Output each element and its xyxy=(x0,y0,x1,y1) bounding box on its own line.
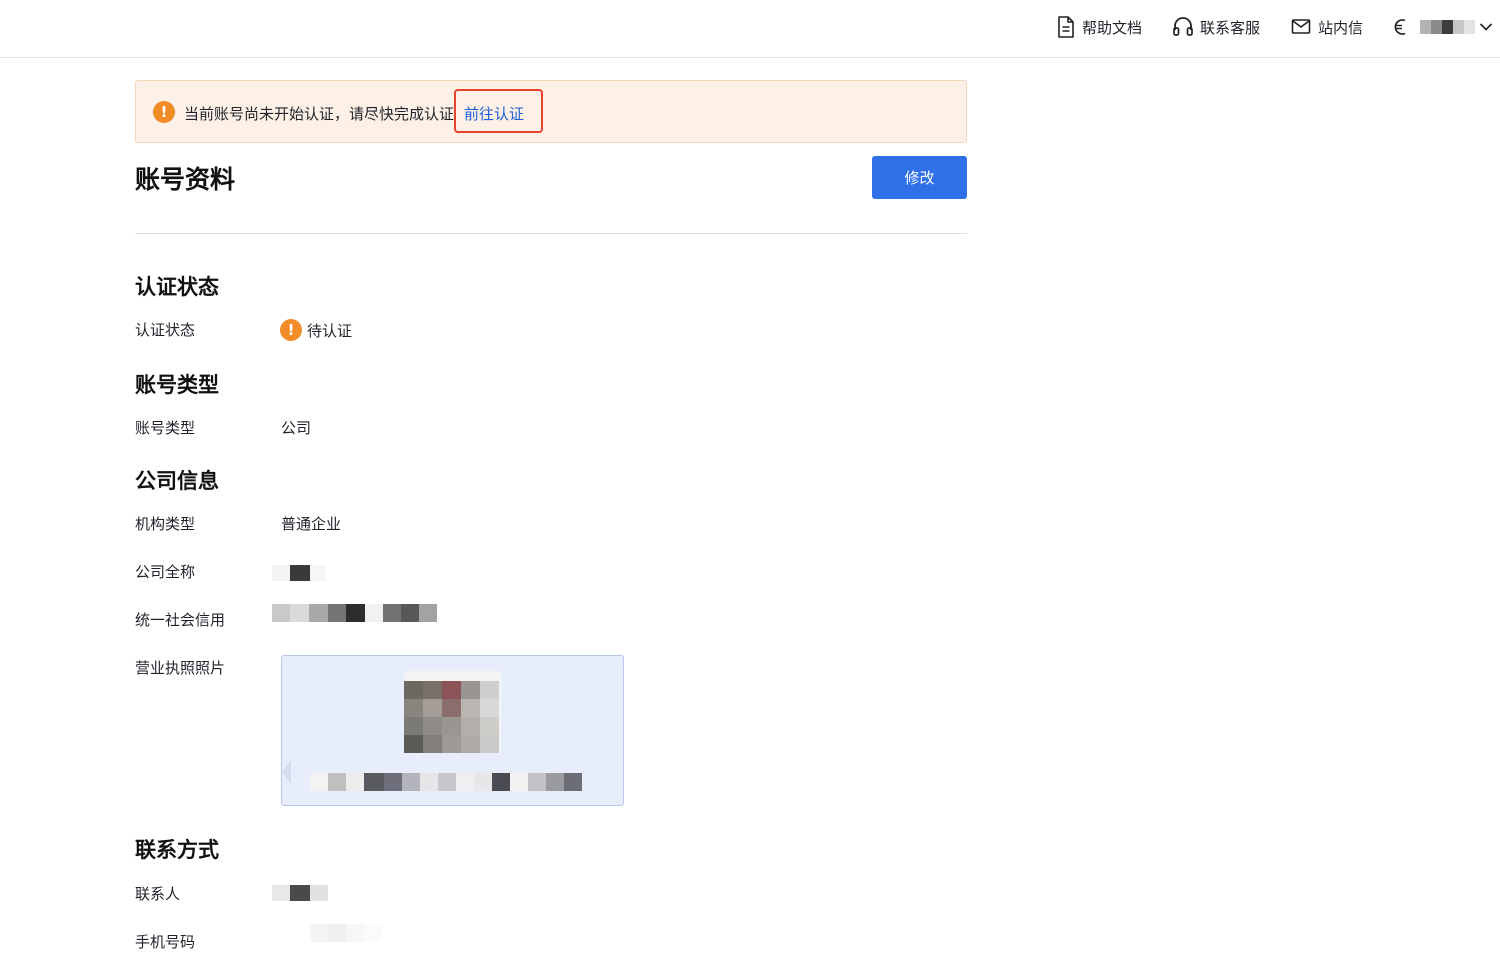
chevron-left-icon[interactable] xyxy=(282,760,291,784)
help-docs-label: 帮助文档 xyxy=(1082,18,1143,37)
credit-code-label: 统一社会信用 xyxy=(135,611,226,629)
inbox-link[interactable]: 站内信 xyxy=(1290,14,1363,40)
section-title-contact: 联系方式 xyxy=(135,838,219,862)
org-type-label: 机构类型 xyxy=(135,515,196,533)
top-header: 帮助文档 联系客服 站内信 xyxy=(0,0,1500,58)
section-title-company: 公司信息 xyxy=(135,469,219,493)
phone-label: 手机号码 xyxy=(135,933,196,951)
inbox-label: 站内信 xyxy=(1318,18,1364,37)
chevron-down-icon xyxy=(1479,15,1499,39)
go-verify-link[interactable]: 前往认证 xyxy=(464,103,524,124)
document-icon xyxy=(1056,15,1082,39)
contact-service-link[interactable]: 联系客服 xyxy=(1172,14,1260,40)
auth-status-label: 认证状态 xyxy=(135,321,196,339)
page-title: 账号资料 xyxy=(135,165,236,194)
auth-status-value: ! 待认证 xyxy=(280,319,352,341)
verification-notice: ! 当前账号尚未开始认证，请尽快完成认证 前往认证 xyxy=(135,80,967,143)
exclamation-icon: ! xyxy=(280,319,302,341)
notice-text: 当前账号尚未开始认证，请尽快完成认证 xyxy=(184,105,455,123)
exclamation-icon: ! xyxy=(153,101,175,123)
contact-person-label: 联系人 xyxy=(135,885,181,903)
divider xyxy=(135,233,967,234)
license-caption-redacted xyxy=(310,773,582,791)
auth-status-text: 待认证 xyxy=(307,321,353,340)
company-name-redacted xyxy=(272,565,326,581)
license-image-redacted xyxy=(404,671,501,753)
username-redacted xyxy=(1420,20,1475,34)
contact-person-redacted xyxy=(272,885,328,901)
org-type-value: 普通企业 xyxy=(281,515,342,533)
user-menu[interactable] xyxy=(1390,14,1499,40)
currency-icon xyxy=(1390,15,1416,39)
license-photo-preview[interactable] xyxy=(281,655,624,806)
help-docs-link[interactable]: 帮助文档 xyxy=(1056,14,1142,40)
credit-code-redacted xyxy=(272,604,437,622)
contact-service-label: 联系客服 xyxy=(1200,18,1261,37)
edit-button[interactable]: 修改 xyxy=(872,156,967,199)
account-type-value: 公司 xyxy=(281,419,312,437)
section-title-auth: 认证状态 xyxy=(135,275,219,299)
company-name-label: 公司全称 xyxy=(135,563,196,581)
account-type-label: 账号类型 xyxy=(135,419,196,437)
section-title-account-type: 账号类型 xyxy=(135,373,219,397)
headset-icon xyxy=(1172,15,1200,39)
phone-redacted xyxy=(310,924,382,942)
license-photo-label: 营业执照照片 xyxy=(135,659,226,677)
mail-icon xyxy=(1290,15,1318,39)
